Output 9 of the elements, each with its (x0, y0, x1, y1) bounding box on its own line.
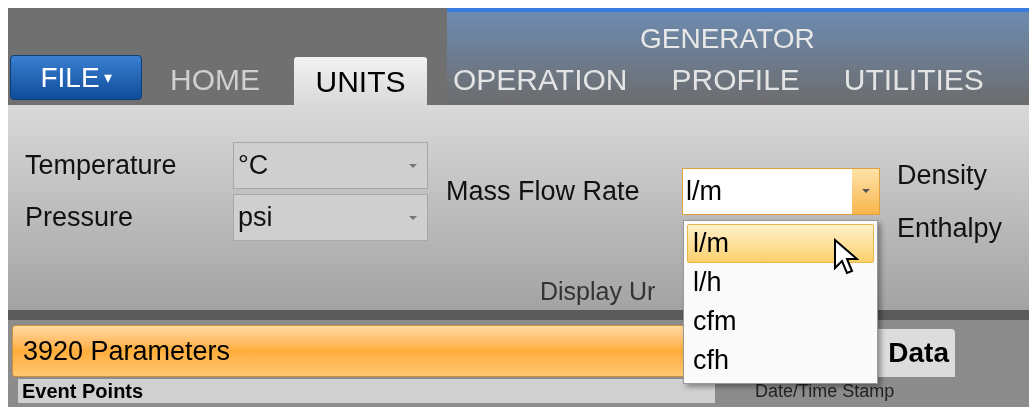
field-label: Mass Flow Rate (446, 174, 641, 208)
field-label: Temperature (25, 149, 178, 183)
field-label: Density (897, 159, 989, 192)
tab-group-label: GENERATOR (640, 22, 815, 56)
field-label: Enthalpy (897, 211, 1003, 245)
column-header: Date/Time Stamp (755, 380, 895, 403)
event-points-heading: Event Points (18, 379, 715, 403)
field-label: Pressure (25, 201, 135, 235)
group-label: Display Ur (540, 276, 656, 307)
